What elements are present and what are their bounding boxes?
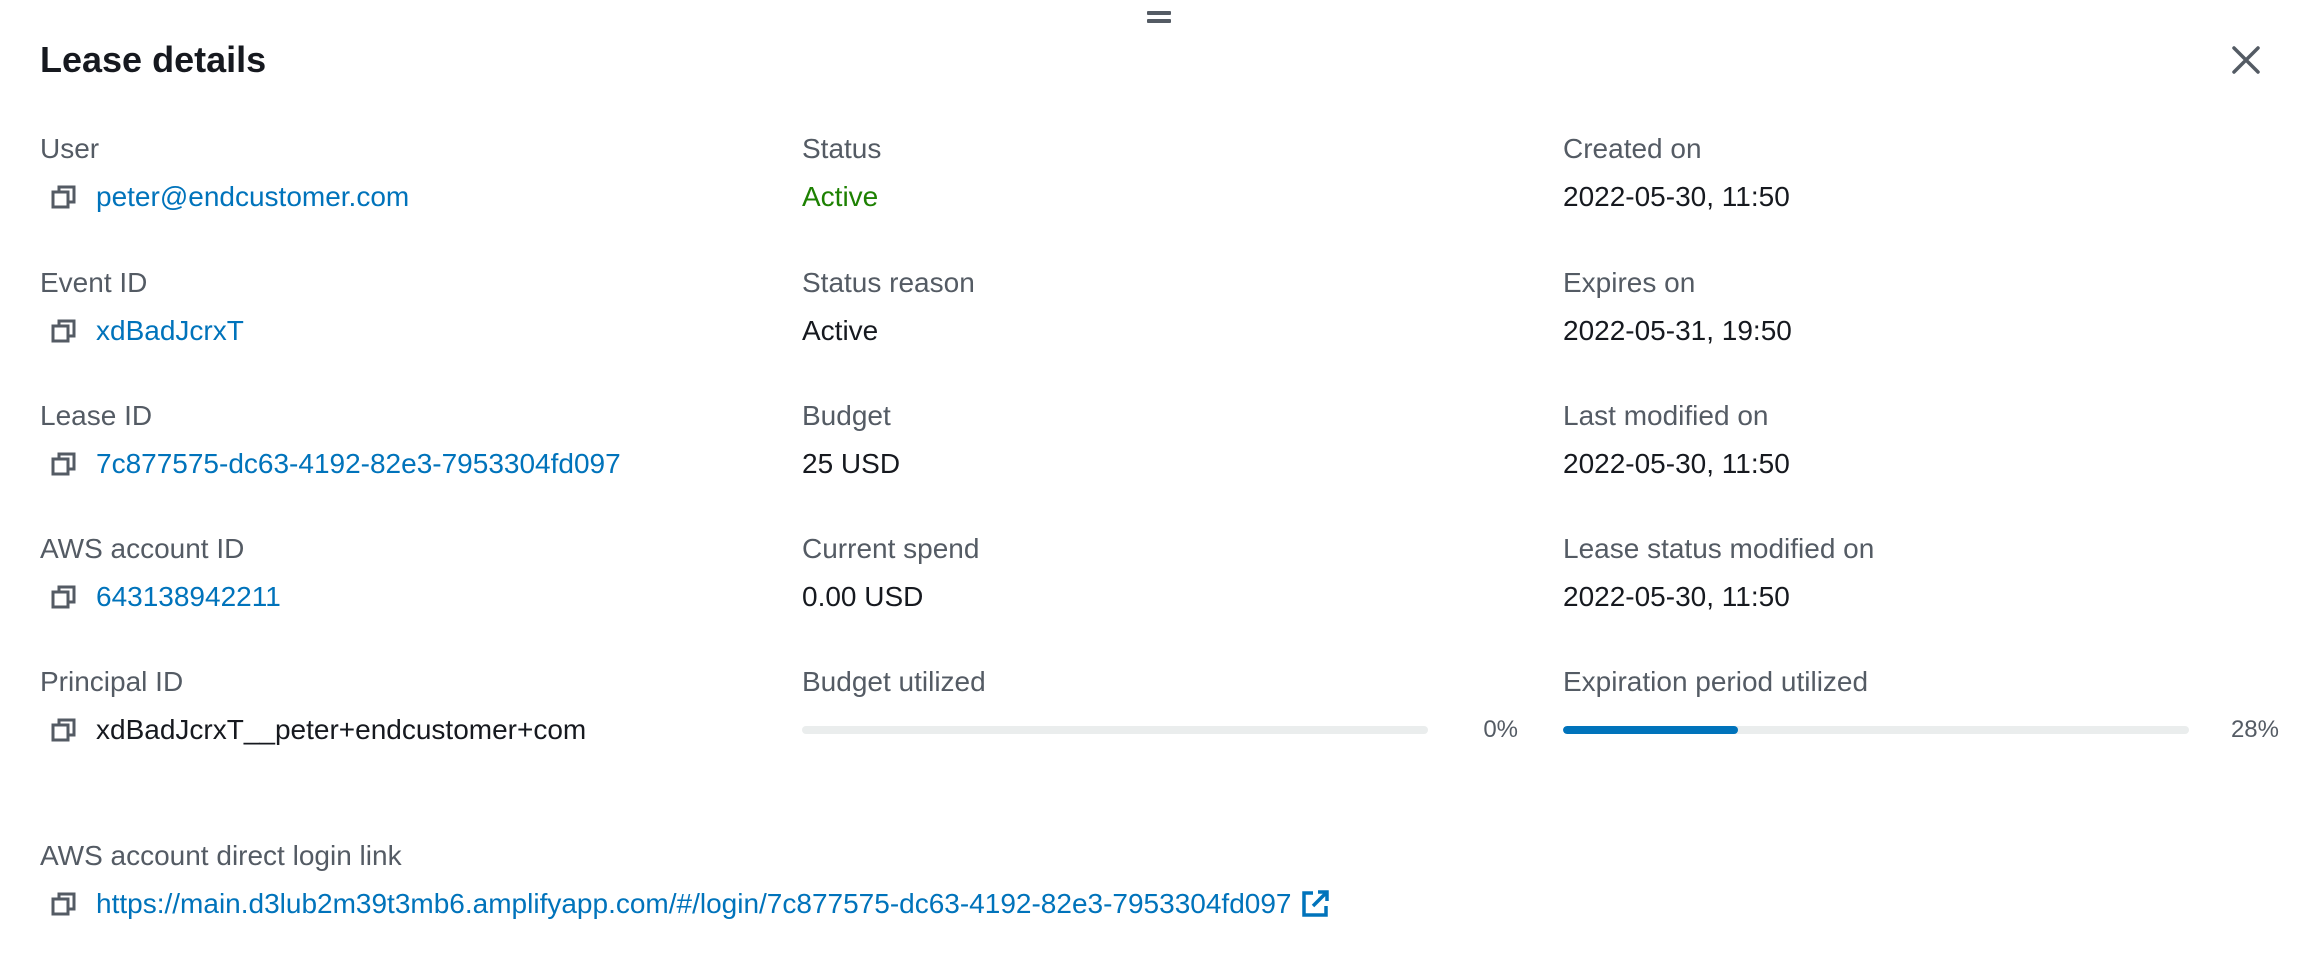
- close-icon: [2232, 46, 2260, 74]
- budget-utilized-percent: 0%: [1483, 716, 1518, 743]
- status-modified-label: Lease status modified on: [1563, 533, 1875, 564]
- status-label: Status: [802, 133, 882, 164]
- field-status-reason: Status reason Active: [802, 265, 975, 349]
- field-budget-utilized: Budget utilized 0%: [802, 664, 1518, 748]
- field-account-id: AWS account ID 643138942211: [40, 531, 281, 615]
- last-modified-label: Last modified on: [1563, 400, 1769, 431]
- account-id-link[interactable]: 643138942211: [96, 579, 281, 615]
- current-spend-value: 0.00 USD: [802, 581, 924, 612]
- principal-id-label: Principal ID: [40, 666, 184, 697]
- field-expires-on: Expires on 2022-05-31, 19:50: [1563, 265, 1792, 349]
- principal-id-value: xdBadJcrxT__peter+endcustomer+com: [96, 714, 587, 745]
- progress-track: [802, 726, 1428, 734]
- login-link[interactable]: https://main.d3lub2m39t3mb6.amplifyapp.c…: [96, 886, 1291, 922]
- field-current-spend: Current spend 0.00 USD: [802, 531, 979, 615]
- login-link-label: AWS account direct login link: [40, 840, 402, 871]
- expiration-progress-bar: 28%: [1563, 712, 2279, 748]
- lease-id-label: Lease ID: [40, 400, 153, 431]
- status-value: Active: [802, 181, 879, 212]
- status-modified-value: 2022-05-30, 11:50: [1563, 581, 1790, 612]
- budget-utilized-label: Budget utilized: [802, 666, 986, 697]
- budget-progress-bar: 0%: [802, 712, 1518, 748]
- lease-id-link[interactable]: 7c877575-dc63-4192-82e3-7953304fd097: [96, 446, 621, 482]
- panel-title: Lease details: [40, 39, 267, 80]
- expiration-utilized-label: Expiration period utilized: [1563, 666, 1869, 697]
- copy-icon[interactable]: [46, 886, 82, 922]
- copy-icon[interactable]: [46, 579, 82, 615]
- last-modified-value: 2022-05-30, 11:50: [1563, 448, 1790, 479]
- field-status: Status Active: [802, 131, 881, 215]
- expires-on-label: Expires on: [1563, 267, 1696, 298]
- status-reason-value: Active: [802, 315, 879, 346]
- lease-details-panel: Lease details User peter@endcustomer.com…: [0, 0, 2316, 958]
- progress-fill: [1563, 726, 1739, 734]
- field-expiration-utilized: Expiration period utilized 28%: [1563, 664, 2279, 748]
- field-principal-id: Principal ID xdBadJcrxT__peter+endcustom…: [40, 664, 586, 748]
- user-email-link[interactable]: peter@endcustomer.com: [96, 179, 409, 215]
- created-on-value: 2022-05-30, 11:50: [1563, 181, 1790, 212]
- budget-value: 25 USD: [802, 448, 901, 479]
- field-budget: Budget 25 USD: [802, 398, 900, 482]
- budget-label: Budget: [802, 400, 891, 431]
- field-event-id: Event ID xdBadJcrxT: [40, 265, 244, 349]
- event-id-link[interactable]: xdBadJcrxT: [96, 313, 244, 349]
- field-lease-id: Lease ID 7c877575-dc63-4192-82e3-7953304…: [40, 398, 621, 482]
- status-reason-label: Status reason: [802, 267, 975, 298]
- field-last-modified: Last modified on 2022-05-30, 11:50: [1563, 398, 1790, 482]
- external-link-icon[interactable]: [1299, 888, 1331, 920]
- expires-on-value: 2022-05-31, 19:50: [1563, 315, 1792, 346]
- progress-track: [1563, 726, 2189, 734]
- copy-icon[interactable]: [46, 313, 82, 349]
- created-on-label: Created on: [1563, 133, 1702, 164]
- copy-icon[interactable]: [46, 712, 82, 748]
- user-label: User: [40, 133, 100, 164]
- event-id-label: Event ID: [40, 267, 148, 298]
- drag-handle-icon[interactable]: [1145, 8, 1173, 26]
- copy-icon[interactable]: [46, 179, 82, 215]
- current-spend-label: Current spend: [802, 533, 980, 564]
- field-user: User peter@endcustomer.com: [40, 131, 409, 215]
- copy-icon[interactable]: [46, 446, 82, 482]
- expiration-utilized-percent: 28%: [2230, 716, 2279, 743]
- close-button[interactable]: [2226, 40, 2266, 80]
- field-created-on: Created on 2022-05-30, 11:50: [1563, 131, 1790, 215]
- account-id-label: AWS account ID: [40, 533, 245, 564]
- field-status-modified: Lease status modified on 2022-05-30, 11:…: [1563, 531, 1874, 615]
- field-login-link: AWS account direct login link https://ma…: [40, 838, 1331, 922]
